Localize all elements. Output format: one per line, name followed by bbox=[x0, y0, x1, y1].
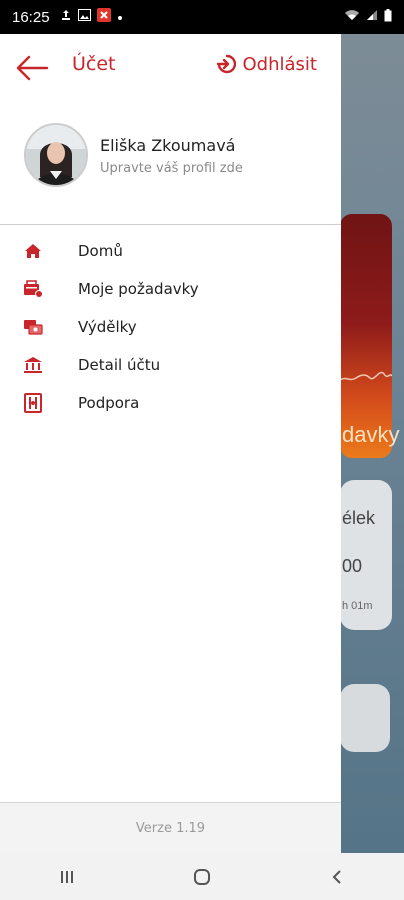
recent-apps-icon bbox=[61, 870, 74, 883]
background-white-card: élek 00 h 01m bbox=[340, 480, 392, 630]
person-upload-icon bbox=[60, 9, 72, 25]
background-card-value: 00 bbox=[342, 556, 363, 576]
dot-icon bbox=[117, 9, 123, 25]
profile-name: Eliška Zkoumavá bbox=[100, 135, 236, 155]
earnings-icon bbox=[22, 316, 44, 338]
back-button[interactable] bbox=[14, 54, 50, 82]
menu-item-support[interactable]: Podpora bbox=[0, 384, 341, 422]
background-card-time: h 01m bbox=[342, 600, 373, 612]
background-red-card-text: davky bbox=[342, 422, 400, 447]
status-bar: 16:25 bbox=[0, 0, 404, 34]
chevron-left-icon bbox=[332, 869, 341, 884]
app-version: Verze 1.19 bbox=[135, 820, 206, 836]
menu-item-label: Detail účtu bbox=[78, 356, 161, 374]
logout-icon bbox=[216, 54, 236, 74]
background-card-title: élek bbox=[342, 508, 376, 528]
home-button[interactable] bbox=[182, 857, 222, 897]
bank-icon bbox=[22, 354, 44, 376]
menu-item-label: Moje požadavky bbox=[78, 280, 199, 298]
menu-item-label: Podpora bbox=[78, 394, 140, 412]
drawer-header: Účet Odhlásit bbox=[0, 34, 341, 100]
menu-item-earnings[interactable]: Výdělky bbox=[0, 308, 341, 346]
background-app: davky élek 00 h 01m bbox=[340, 34, 404, 853]
menu-item-requests[interactable]: Moje požadavky bbox=[0, 270, 341, 308]
profile-subtitle: Upravte váš profil zde bbox=[100, 160, 243, 176]
drawer-footer: Verze 1.19 bbox=[0, 803, 341, 853]
avatar bbox=[24, 123, 88, 187]
requests-icon bbox=[22, 278, 44, 300]
home-circle-icon bbox=[193, 868, 210, 885]
drawer-menu: Domů Moje požadavky Výdělky Detail účtu … bbox=[0, 232, 341, 422]
system-navigation-bar bbox=[0, 853, 404, 900]
support-icon bbox=[22, 392, 44, 414]
app-x-icon bbox=[96, 8, 111, 26]
logout-button[interactable]: Odhlásit bbox=[215, 53, 317, 75]
menu-item-account-detail[interactable]: Detail účtu bbox=[0, 346, 341, 384]
profile-card[interactable]: Eliška Zkoumavá Upravte váš profil zde bbox=[24, 122, 324, 188]
signal-icon bbox=[366, 9, 378, 25]
navigation-drawer: Účet Odhlásit Eliška Zkoumavá Upravte vá… bbox=[0, 34, 341, 853]
page-title: Účet bbox=[72, 53, 116, 75]
menu-item-home[interactable]: Domů bbox=[0, 232, 341, 270]
image-icon bbox=[77, 9, 91, 25]
home-icon bbox=[22, 240, 44, 262]
wifi-icon bbox=[344, 9, 360, 25]
back-nav-button[interactable] bbox=[317, 857, 357, 897]
menu-item-label: Domů bbox=[78, 242, 123, 260]
battery-icon bbox=[384, 8, 392, 26]
background-white-card-2 bbox=[340, 684, 390, 752]
menu-item-label: Výdělky bbox=[78, 318, 137, 336]
status-time: 16:25 bbox=[12, 8, 50, 26]
arrow-left-icon bbox=[16, 55, 49, 81]
divider bbox=[0, 224, 341, 225]
recent-apps-button[interactable] bbox=[47, 857, 87, 897]
logout-label: Odhlásit bbox=[242, 53, 317, 75]
